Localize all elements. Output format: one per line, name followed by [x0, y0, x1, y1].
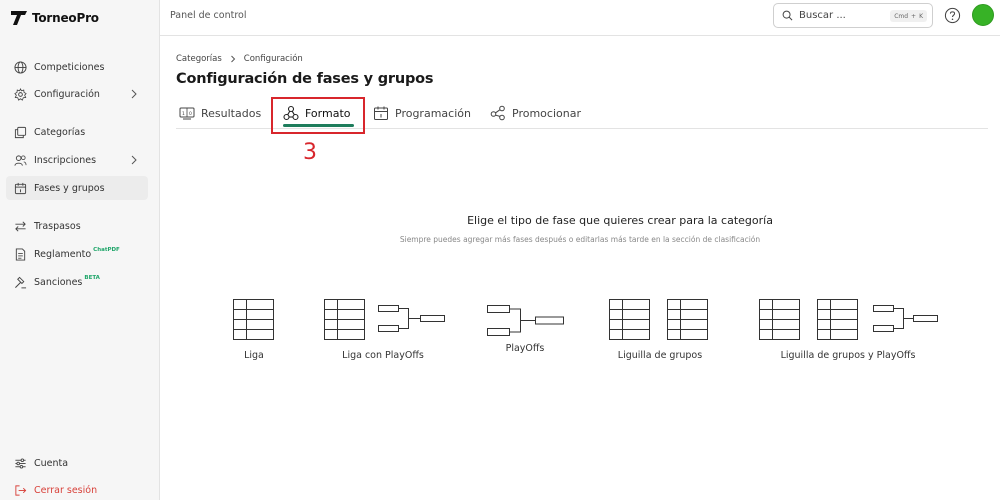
- sidebar-item-label: Configuración: [34, 88, 100, 100]
- gear-icon: [14, 87, 27, 101]
- search-icon: [782, 10, 793, 21]
- document-icon: [15, 247, 26, 261]
- topbar: Panel de control Cmd + K: [160, 0, 1000, 36]
- sidebar-item-label: Categorías: [34, 126, 86, 138]
- users-icon: [14, 154, 27, 166]
- sidebar-item-label: Inscripciones: [34, 154, 97, 166]
- sidebar-item-label: Competiciones: [34, 61, 105, 73]
- annotation-highlight-box: [271, 97, 365, 134]
- bracket-icon: [378, 305, 445, 332]
- account-label: Cuenta: [34, 457, 69, 469]
- chevron-right-icon: [131, 89, 137, 99]
- app-logo[interactable]: TorneoPro: [10, 10, 99, 26]
- option-label: Liga con PlayOffs: [342, 350, 424, 361]
- option-label: PlayOffs: [505, 343, 545, 354]
- group-table-icon: [817, 299, 858, 340]
- search-box[interactable]: Cmd + K: [773, 3, 933, 28]
- bracket-icon: [873, 305, 938, 332]
- calendar-icon: [14, 182, 27, 194]
- account-button[interactable]: Cuenta: [14, 453, 68, 473]
- sidebar-item-label: Sanciones: [34, 276, 83, 288]
- logo-icon: [11, 11, 27, 25]
- tab-promocionar[interactable]: Promocionar: [490, 103, 581, 123]
- layers-icon: [14, 126, 27, 138]
- shortcut-plus: +: [911, 12, 917, 20]
- sidebar-item-inscripciones[interactable]: Inscripciones: [6, 148, 148, 172]
- option-playoffs[interactable]: PlayOffs: [486, 298, 564, 358]
- svg-text:0: 0: [189, 111, 192, 117]
- scoreboard-icon: 10: [179, 107, 195, 120]
- beta-badge: BETA: [84, 275, 100, 281]
- breadcrumb-item-categorias[interactable]: Categorías: [176, 54, 222, 64]
- sidebar-item-label: Fases y grupos: [34, 182, 105, 194]
- sidebar-item-sanciones[interactable]: Sanciones BETA: [6, 270, 148, 294]
- chevron-right-icon: [230, 55, 236, 63]
- tab-label: Resultados: [201, 106, 262, 120]
- topbar-title: Panel de control: [170, 10, 247, 21]
- help-icon[interactable]: [944, 7, 961, 24]
- sidebar-item-competiciones[interactable]: Competiciones: [6, 55, 148, 79]
- league-table-icon: [324, 299, 365, 340]
- option-liga-con-playoffs[interactable]: Liga con PlayOffs: [320, 295, 446, 365]
- globe-icon: [14, 60, 27, 74]
- section-heading: Elige el tipo de fase que quieres crear …: [467, 214, 773, 227]
- sidebar-item-traspasos[interactable]: Traspasos: [6, 214, 148, 238]
- tab-programacion[interactable]: Programación: [373, 103, 471, 123]
- tab-label: Promocionar: [512, 106, 581, 120]
- group-table-icon: [759, 299, 800, 340]
- chatpdf-badge: ChatPDF: [93, 247, 120, 253]
- group-table-icon: [609, 299, 650, 340]
- option-label: Liguilla de grupos: [617, 350, 703, 361]
- tab-resultados[interactable]: 10 Resultados: [179, 103, 261, 123]
- shortcut-hint: Cmd + K: [890, 10, 927, 22]
- sidebar-item-reglamento[interactable]: Reglamento ChatPDF: [6, 242, 148, 266]
- group-table-icon: [667, 299, 708, 340]
- section-subheading: Siempre puedes agregar más fases después…: [399, 235, 761, 244]
- sidebar: TorneoPro Competiciones Configuración Ca…: [0, 0, 160, 500]
- tab-label: Programación: [395, 106, 471, 120]
- share-icon: [490, 105, 505, 121]
- sliders-icon: [15, 457, 26, 469]
- svg-text:1: 1: [182, 111, 185, 117]
- bracket-icon: [487, 305, 564, 336]
- chevron-right-icon: [131, 155, 137, 165]
- option-label: Liguilla de grupos y PlayOffs: [780, 350, 916, 361]
- option-label: Liga: [244, 350, 264, 361]
- logout-label: Cerrar sesión: [34, 484, 98, 496]
- search-input[interactable]: [799, 10, 894, 21]
- gavel-icon: [15, 276, 27, 288]
- option-liguilla-de-grupos[interactable]: Liguilla de grupos: [605, 295, 715, 365]
- logout-icon: [15, 484, 27, 496]
- shortcut-cmd: Cmd: [894, 12, 909, 20]
- sidebar-item-fases-y-grupos[interactable]: Fases y grupos: [6, 176, 148, 200]
- option-liguilla-de-grupos-y-playoffs[interactable]: Liguilla de grupos y PlayOffs: [755, 295, 941, 365]
- calendar-icon: [374, 106, 388, 120]
- app-name: TorneoPro: [32, 11, 99, 25]
- sidebar-item-label: Traspasos: [34, 220, 81, 232]
- sidebar-item-label: Reglamento: [34, 248, 92, 260]
- shortcut-key: K: [919, 12, 923, 20]
- logout-button[interactable]: Cerrar sesión: [14, 480, 97, 500]
- sidebar-item-configuracion[interactable]: Configuración: [6, 82, 148, 106]
- breadcrumb: Categorías Configuración: [176, 54, 303, 64]
- breadcrumb-item-configuracion: Configuración: [243, 54, 303, 64]
- transfer-icon: [15, 221, 26, 231]
- annotation-step-number: 3: [303, 140, 317, 165]
- league-table-icon: [233, 299, 274, 340]
- avatar[interactable]: [972, 4, 994, 26]
- page-title: Configuración de fases y grupos: [176, 71, 434, 87]
- sidebar-item-categorias[interactable]: Categorías: [6, 120, 148, 144]
- option-liga[interactable]: Liga: [222, 295, 286, 365]
